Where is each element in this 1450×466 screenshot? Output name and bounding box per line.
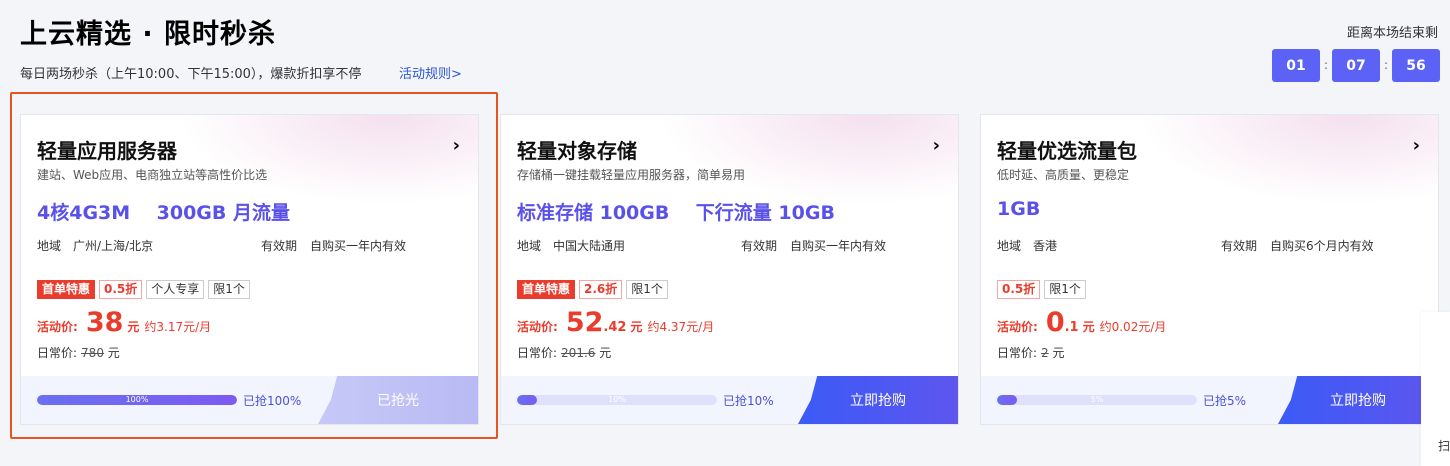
grabbed-text: 已抢100% — [243, 394, 302, 408]
region-value: 广州/上海/北京 — [73, 239, 154, 253]
region-label: 地域 — [517, 239, 542, 253]
activity-rules-link[interactable]: 活动规则> — [399, 63, 462, 82]
page-title: 上云精选 · 限时秒杀 — [20, 19, 277, 50]
card-footer: 10% 已抢10% 立即抢购 — [501, 376, 958, 424]
original-price-row: 日常价: 2 元 — [997, 344, 1065, 361]
price-row: 活动价: 38 元 约3.17元/月 — [37, 307, 211, 338]
product-description: 低时延、高质量、更稳定 — [997, 168, 1130, 182]
product-name[interactable]: 轻量应用服务器 — [37, 135, 177, 164]
countdown-label: 距离本场结束剩 — [1346, 26, 1438, 41]
price-label: 活动价: — [517, 320, 558, 334]
price-decimal: .42 — [603, 320, 627, 335]
tag-list: 0.5折 限1个 — [997, 280, 1086, 299]
price-unit: 元 — [1082, 320, 1095, 334]
original-price-label: 日常价: — [997, 346, 1038, 360]
product-spec: 4核4G3M 300GB 月流量 — [37, 202, 290, 224]
countdown-colon: : — [1324, 58, 1329, 72]
region-value: 中国大陆通用 — [553, 239, 626, 253]
product-name[interactable]: 轻量对象存储 — [517, 135, 637, 164]
tag-limit: 限1个 — [626, 280, 668, 299]
tag-list: 首单特惠 0.5折 个人专享 限1个 — [37, 280, 250, 299]
product-spec: 1GB — [997, 198, 1041, 220]
price-row: 活动价: 52 .42 元 约4.37元/月 — [517, 307, 714, 338]
countdown-colon: : — [1384, 58, 1389, 72]
original-price-row: 日常价: 201.6 元 — [517, 344, 611, 361]
card-footer: 5% 已抢5% 立即抢购 — [981, 376, 1438, 424]
progress-text: 100% — [125, 395, 149, 404]
price-decimal: .1 — [1064, 320, 1079, 335]
price-label: 活动价: — [37, 320, 78, 334]
original-price: 201.6 — [561, 346, 596, 360]
price-monthly: 约0.02元/月 — [1099, 320, 1167, 334]
original-price-row: 日常价: 780 元 — [37, 344, 120, 361]
validity-value: 自购买6个月内有效 — [1270, 239, 1374, 253]
price-unit: 元 — [127, 320, 140, 334]
original-price-label: 日常价: — [37, 346, 78, 360]
tag-first-order: 首单特惠 — [517, 280, 576, 299]
price-row: 活动价: 0 .1 元 约0.02元/月 — [997, 307, 1166, 338]
product-name[interactable]: 轻量优选流量包 — [997, 135, 1137, 164]
buy-now-button[interactable]: 立即抢购 — [798, 376, 958, 424]
progress-bar: 5% — [997, 395, 1197, 405]
product-spec: 标准存储 100GB 下行流量 10GB — [517, 202, 835, 224]
tag-discount: 2.6折 — [579, 280, 623, 299]
original-price-unit: 元 — [599, 346, 612, 360]
tag-limit: 限1个 — [208, 280, 250, 299]
validity-value: 自购买一年内有效 — [310, 239, 407, 253]
original-price-unit: 元 — [1052, 346, 1065, 360]
original-price: 2 — [1041, 346, 1049, 360]
validity-label: 有效期 — [261, 239, 298, 253]
tag-first-order: 首单特惠 — [37, 280, 96, 299]
region-value: 香港 — [1033, 239, 1058, 253]
countdown-minutes: 07 — [1332, 49, 1380, 82]
progress-text: 5% — [1090, 395, 1104, 404]
flash-sale-page: { "header": { "title": "上云精选 · 限时秒杀", "s… — [0, 0, 1450, 466]
grabbed-text: 已抢10% — [723, 394, 774, 408]
tag-limit: 限1个 — [1044, 280, 1086, 299]
chevron-right-icon[interactable]: › — [933, 135, 940, 156]
product-description: 建站、Web应用、电商独立站等高性价比选 — [37, 168, 268, 182]
countdown-hours: 01 — [1272, 49, 1320, 82]
product-card-object-storage[interactable]: 轻量对象存储 › 存储桶一键挂载轻量应用服务器，简单易用 标准存储 100GB … — [500, 114, 959, 425]
region-label: 地域 — [997, 239, 1022, 253]
product-card-traffic-package[interactable]: 轻量优选流量包 › 低时延、高质量、更稳定 1GB 地域 香港 有效期 自购买6… — [980, 114, 1439, 425]
card-decoration — [1138, 115, 1438, 205]
chevron-right-icon[interactable]: › — [453, 135, 460, 156]
validity-label: 有效期 — [1221, 239, 1258, 253]
price-monthly: 约4.37元/月 — [647, 320, 715, 334]
countdown-seconds: 56 — [1392, 49, 1440, 82]
tag-discount: 0.5折 — [997, 280, 1041, 299]
region-label: 地域 — [37, 239, 62, 253]
price-integer: 0 — [1045, 307, 1065, 338]
card-footer: 100% 已抢100% 已抢光 — [21, 376, 478, 424]
original-price-unit: 元 — [107, 346, 120, 360]
grabbed-text: 已抢5% — [1203, 394, 1247, 408]
original-price: 780 — [81, 346, 104, 360]
sold-out-button[interactable]: 已抢光 — [318, 376, 478, 424]
card-decoration — [178, 115, 478, 205]
card-decoration — [658, 115, 958, 205]
progress-bar: 10% — [517, 395, 717, 405]
price-label: 活动价: — [997, 320, 1038, 334]
price-unit: 元 — [630, 320, 643, 334]
progress-bar: 100% — [37, 395, 237, 405]
price-integer: 38 — [85, 307, 124, 338]
original-price-label: 日常价: — [517, 346, 558, 360]
page-subtitle: 每日两场秒杀（上午10:00、下午15:00），爆款折扣享不停 — [20, 67, 362, 82]
tag-personal: 个人专享 — [146, 280, 205, 299]
tag-list: 首单特惠 2.6折 限1个 — [517, 280, 668, 299]
chevron-right-icon[interactable]: › — [1413, 135, 1420, 156]
price-integer: 52 — [565, 307, 604, 338]
validity-label: 有效期 — [741, 239, 778, 253]
validity-value: 自购买一年内有效 — [790, 239, 887, 253]
product-card-lighthouse[interactable]: 轻量应用服务器 › 建站、Web应用、电商独立站等高性价比选 4核4G3M 30… — [20, 114, 479, 425]
progress-text: 10% — [608, 395, 626, 404]
buy-now-button[interactable]: 立即抢购 — [1278, 376, 1438, 424]
side-panel-label[interactable]: 扫 — [1438, 437, 1450, 454]
tag-discount: 0.5折 — [99, 280, 143, 299]
product-description: 存储桶一键挂载轻量应用服务器，简单易用 — [517, 168, 746, 182]
price-monthly: 约3.17元/月 — [144, 320, 212, 334]
